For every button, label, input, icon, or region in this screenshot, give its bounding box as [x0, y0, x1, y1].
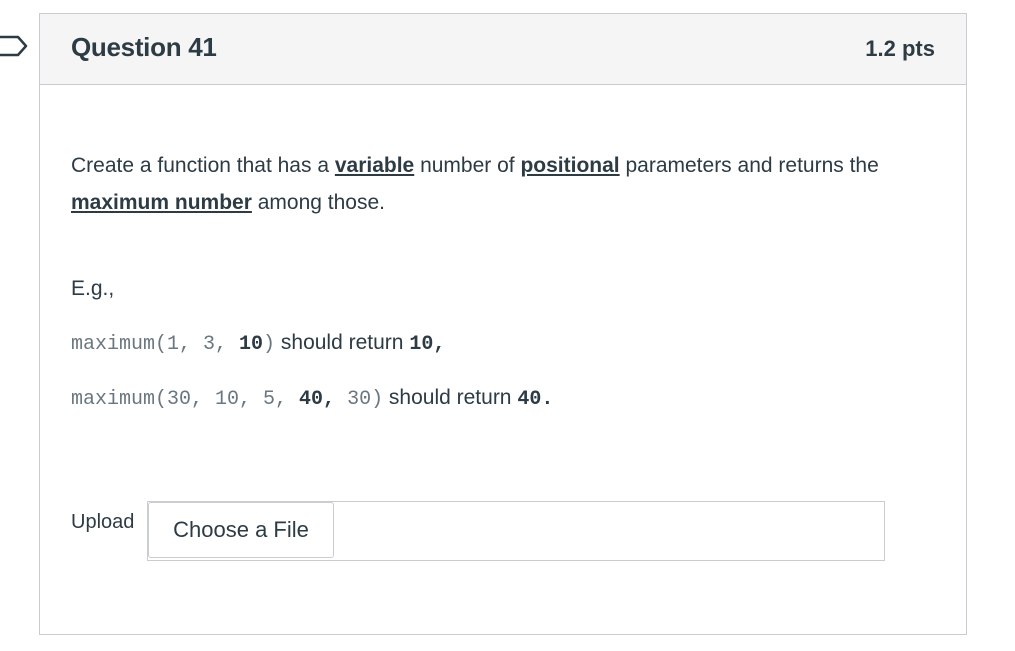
example-punct: , [433, 333, 446, 356]
question-header: Question 41 1.2 pts [40, 14, 966, 85]
code-prefix: maximum(30, 10, 5, [71, 388, 300, 411]
example-line: maximum(1, 3, 10) should return 10, [71, 331, 445, 356]
question-card: Question 41 1.2 pts Create a function th… [39, 13, 967, 635]
prompt-emphasis-maximum: maximum number [71, 191, 252, 214]
question-title: Question 41 [71, 32, 217, 62]
file-upload-field[interactable]: Choose a File [147, 501, 885, 561]
prompt-text: number of [414, 154, 521, 177]
flag-question-icon[interactable] [0, 33, 30, 59]
example-label: E.g., [71, 277, 115, 300]
prompt-text: among those. [251, 191, 385, 214]
example-result: 40 [517, 388, 542, 411]
question-prompt: Create a function that has a variable nu… [71, 147, 941, 221]
code-suffix: ) [263, 333, 276, 356]
example-code: maximum(1, 3, 10) [71, 333, 275, 356]
prompt-text: Create a function that has a [71, 154, 335, 177]
code-prefix: maximum(1, 3, [71, 333, 240, 356]
code-max: 40, [299, 388, 336, 411]
upload-label: Upload [71, 511, 135, 533]
example-line: maximum(30, 10, 5, 40, 30) should return… [71, 386, 553, 411]
example-result: 10 [409, 333, 434, 356]
choose-file-button[interactable]: Choose a File [148, 502, 334, 558]
code-suffix: 30) [335, 388, 384, 411]
example-text: should return [275, 331, 410, 354]
code-max: 10 [239, 333, 264, 356]
prompt-emphasis-variable: variable [334, 154, 415, 177]
prompt-text: parameters and returns the [619, 154, 879, 177]
prompt-emphasis-positional: positional [520, 154, 620, 177]
question-points: 1.2 pts [865, 36, 935, 61]
example-code: maximum(30, 10, 5, 40, 30) [71, 388, 383, 411]
example-punct: . [541, 388, 554, 411]
example-text: should return [383, 386, 518, 409]
